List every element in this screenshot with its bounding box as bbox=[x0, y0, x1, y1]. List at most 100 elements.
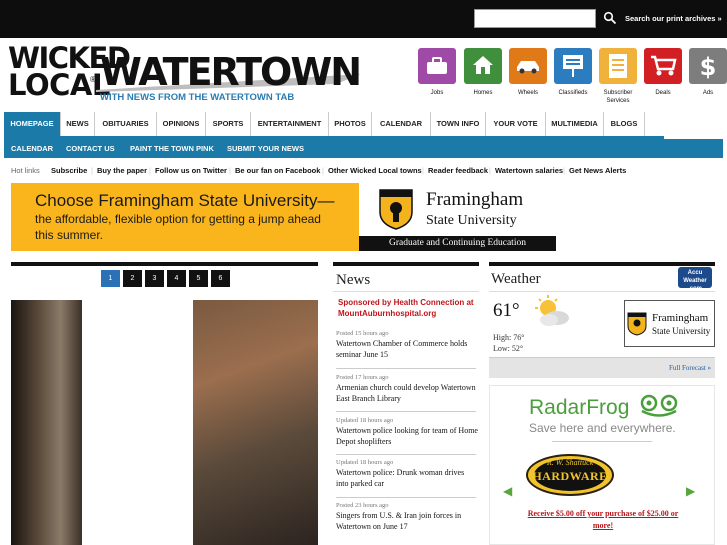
slider-divider bbox=[11, 262, 318, 266]
news-timestamp: Updated 18 hours ago bbox=[336, 417, 394, 424]
hot-link-buy-the-paper[interactable]: Buy the paper bbox=[97, 166, 147, 175]
news-headline[interactable]: Armenian church could develop Watertown … bbox=[336, 382, 478, 404]
ad-headline: Choose Framingham State University— bbox=[35, 191, 335, 210]
ad-body: the affordable, flexible option for gett… bbox=[35, 211, 321, 243]
document-glyph bbox=[609, 54, 627, 78]
search-archives-link[interactable]: Search our print archives » bbox=[625, 14, 722, 23]
subnav-paint-the-town-pink[interactable]: PAINT THE TOWN PINK bbox=[130, 139, 214, 158]
hardware-promo-link[interactable]: Receive $5.00 off your purchase of $25.0… bbox=[525, 508, 681, 532]
ad-school-bar: Graduate and Continuing Education bbox=[359, 236, 556, 251]
news-separator bbox=[336, 497, 476, 498]
nav-sports[interactable]: SPORTS bbox=[206, 112, 251, 136]
news-item[interactable]: Posted 15 hours ago Watertown Chamber of… bbox=[336, 330, 478, 360]
university-seal-icon bbox=[379, 189, 413, 230]
nav-town-info[interactable]: TOWN INFO bbox=[431, 112, 486, 136]
hot-links-divider: | bbox=[563, 166, 565, 175]
wheels-label: Wheels bbox=[517, 90, 538, 96]
briefcase-glyph bbox=[427, 57, 447, 74]
next-arrow-icon[interactable]: ▶ bbox=[686, 484, 695, 498]
nav-calendar[interactable]: CALENDAR bbox=[372, 112, 431, 136]
slider-page-4[interactable]: 4 bbox=[167, 270, 186, 287]
deals-label: Deals bbox=[655, 90, 671, 96]
frog-icon bbox=[640, 394, 678, 417]
sponsor-name: Framingham bbox=[652, 312, 709, 324]
news-timestamp: Posted 23 hours ago bbox=[336, 502, 389, 509]
slider-photo-right[interactable] bbox=[193, 300, 318, 545]
previous-arrow-icon[interactable]: ◀ bbox=[503, 484, 512, 498]
hot-link-facebook[interactable]: Be our fan on Facebook bbox=[235, 166, 320, 175]
hot-links-divider: | bbox=[322, 166, 324, 175]
nav-multimedia[interactable]: MULTIMEDIA bbox=[546, 112, 604, 136]
radar-divider bbox=[552, 441, 652, 442]
subnav-submit-your-news[interactable]: SUBMIT YOUR NEWS bbox=[227, 139, 304, 158]
hot-links-title: Hot links bbox=[11, 166, 40, 175]
slider-page-5[interactable]: 5 bbox=[189, 270, 208, 287]
subnav-calendar[interactable]: CALENDAR bbox=[11, 139, 53, 158]
weather-sponsor-ad[interactable]: Framingham State University bbox=[624, 300, 715, 347]
ads-label: Ads bbox=[702, 90, 714, 96]
ad-body-line: this summer. bbox=[35, 228, 104, 242]
house-glyph bbox=[473, 56, 493, 74]
news-sponsor-link[interactable]: Sponsored by Health Connection at MountA… bbox=[338, 297, 478, 319]
news-item[interactable]: Updated 18 hours ago Watertown police lo… bbox=[336, 417, 478, 447]
slider-page-1[interactable]: 1 bbox=[101, 270, 120, 287]
homes-label: Homes bbox=[473, 90, 493, 96]
top-bar: Search our print archives » bbox=[0, 0, 727, 38]
news-headline[interactable]: Watertown police looking for team of Hom… bbox=[336, 425, 478, 447]
news-rule bbox=[333, 291, 479, 292]
slider-page-2[interactable]: 2 bbox=[123, 270, 142, 287]
nav-blogs[interactable]: BLOGS bbox=[604, 112, 645, 136]
full-forecast-link[interactable]: Full Forecast » bbox=[669, 364, 711, 372]
ad-body-line: the affordable, flexible option for gett… bbox=[35, 212, 321, 226]
site-name: WATERTOWN bbox=[100, 50, 362, 94]
news-headline[interactable]: Watertown police: Drunk woman drives int… bbox=[336, 467, 478, 489]
slider-photo-left[interactable] bbox=[11, 300, 82, 545]
hot-link-twitter[interactable]: Follow us on Twitter bbox=[155, 166, 227, 175]
accuweather-logo[interactable]: Accu Weather .com bbox=[678, 267, 712, 292]
hot-link-reader-feedback[interactable]: Reader feedback bbox=[428, 166, 488, 175]
nav-entertainment[interactable]: ENTERTAINMENT bbox=[251, 112, 329, 136]
weather-title: Weather bbox=[491, 271, 541, 287]
hot-link-subscribe[interactable]: Subscribe bbox=[51, 166, 87, 175]
hot-link-news-alerts[interactable]: Get News Alerts bbox=[569, 166, 626, 175]
high-temp: High: 76° bbox=[493, 333, 525, 342]
nav-obituaries[interactable]: OBITUARIES bbox=[95, 112, 157, 136]
news-headline[interactable]: Watertown Chamber of Commerce holds semi… bbox=[336, 338, 478, 360]
news-item[interactable]: Posted 23 hours ago Singers from U.S. & … bbox=[336, 502, 478, 532]
hot-links-divider: | bbox=[422, 166, 424, 175]
news-item[interactable]: Posted 17 hours ago Armenian church coul… bbox=[336, 374, 478, 404]
main-nav: HOMEPAGE NEWS OBITUARIES OPINIONS SPORTS… bbox=[4, 112, 664, 139]
slider-page-6[interactable]: 6 bbox=[211, 270, 230, 287]
nav-photos[interactable]: PHOTOS bbox=[329, 112, 372, 136]
radar-frog-ad[interactable]: RadarFrog Save here and everywhere. ◀ ▶ … bbox=[489, 385, 715, 545]
search-input[interactable] bbox=[474, 9, 596, 28]
sponsor-name-2: State University bbox=[652, 326, 711, 336]
weather-rule bbox=[489, 291, 715, 292]
jobs-label: Jobs bbox=[430, 90, 444, 96]
news-headline[interactable]: Singers from U.S. & Iran join forces in … bbox=[336, 510, 478, 532]
news-title: News bbox=[336, 272, 371, 288]
hot-links-divider: | bbox=[229, 166, 231, 175]
cart-glyph bbox=[651, 55, 677, 76]
banner-ad[interactable]: Choose Framingham State University— the … bbox=[11, 183, 556, 251]
high-low-temps: High: 76° Low: 52° bbox=[493, 332, 524, 354]
slider-page-3[interactable]: 3 bbox=[145, 270, 164, 287]
nav-your-vote[interactable]: YOUR VOTE bbox=[486, 112, 546, 136]
news-separator bbox=[336, 454, 476, 455]
hardware-store-name: HARDWARE bbox=[532, 469, 608, 483]
news-timestamp: Posted 15 hours ago bbox=[336, 330, 389, 337]
news-item[interactable]: Updated 18 hours ago Watertown police: D… bbox=[336, 459, 478, 489]
hot-link-salaries[interactable]: Watertown salaries bbox=[495, 166, 563, 175]
subnav-contact-us[interactable]: CONTACT US bbox=[66, 139, 115, 158]
subscriber-services-label: Subscriber Services bbox=[603, 90, 633, 104]
site-tagline: WITH NEWS FROM THE WATERTOWN TAB bbox=[100, 92, 295, 103]
search-icon[interactable] bbox=[603, 11, 617, 25]
for-sale-glyph bbox=[563, 55, 583, 77]
nav-opinions[interactable]: OPINIONS bbox=[157, 112, 206, 136]
hot-links-divider: | bbox=[489, 166, 491, 175]
hot-links-divider: | bbox=[91, 166, 93, 175]
nav-homepage[interactable]: HOMEPAGE bbox=[4, 112, 61, 136]
hot-link-other-towns[interactable]: Other Wicked Local towns bbox=[328, 166, 422, 175]
radar-frog-logo: RadarFrog bbox=[529, 396, 630, 419]
nav-news[interactable]: NEWS bbox=[61, 112, 95, 136]
